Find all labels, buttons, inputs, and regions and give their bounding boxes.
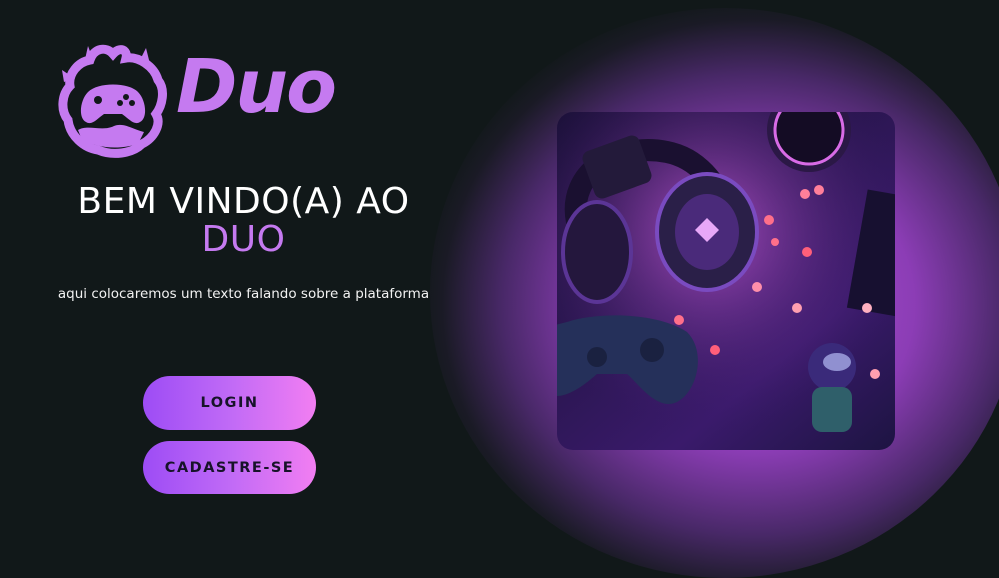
gamepad-splash-icon xyxy=(58,44,167,158)
brand-name: Duo xyxy=(176,44,337,130)
welcome-heading-line2: DUO xyxy=(201,219,286,260)
welcome-heading: BEM VINDO(A) AO DUO xyxy=(30,183,457,259)
gaming-setup-photo xyxy=(557,112,895,450)
login-button[interactable]: LOGIN xyxy=(143,376,316,430)
brand-logo: Duo xyxy=(58,40,378,158)
platform-description: aqui colocaremos um texto falando sobre … xyxy=(57,286,430,302)
signup-button[interactable]: CADASTRE-SE xyxy=(143,441,316,494)
welcome-heading-line1: BEM VINDO(A) AO xyxy=(77,181,410,222)
